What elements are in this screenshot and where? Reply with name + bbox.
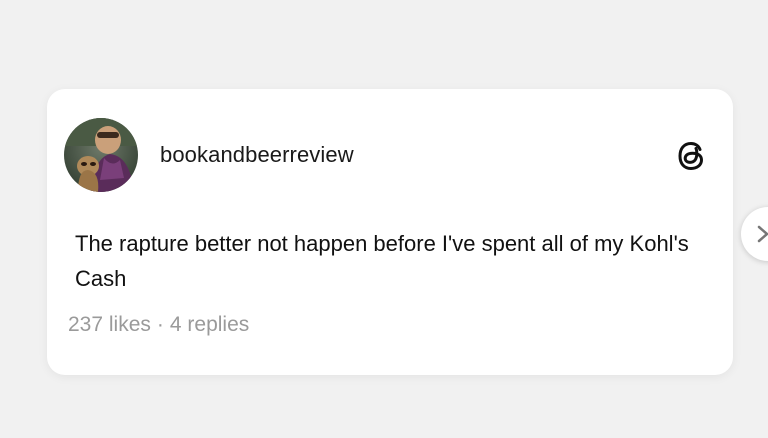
post-stats: 237 likes · 4 replies — [68, 313, 249, 337]
post-card: bookandbeerreview The rapture better not… — [47, 89, 733, 375]
post-text: The rapture better not happen before I'v… — [75, 231, 689, 291]
stats-separator: · — [156, 313, 164, 336]
likes-count[interactable]: 237 likes — [68, 313, 151, 337]
threads-logo-icon[interactable] — [672, 137, 710, 175]
chevron-right-icon — [757, 225, 768, 243]
avatar-image — [64, 118, 138, 192]
username[interactable]: bookandbeerreview — [160, 142, 354, 168]
replies-count[interactable]: 4 replies — [170, 313, 249, 337]
next-button[interactable] — [741, 207, 768, 261]
avatar[interactable] — [64, 118, 138, 192]
